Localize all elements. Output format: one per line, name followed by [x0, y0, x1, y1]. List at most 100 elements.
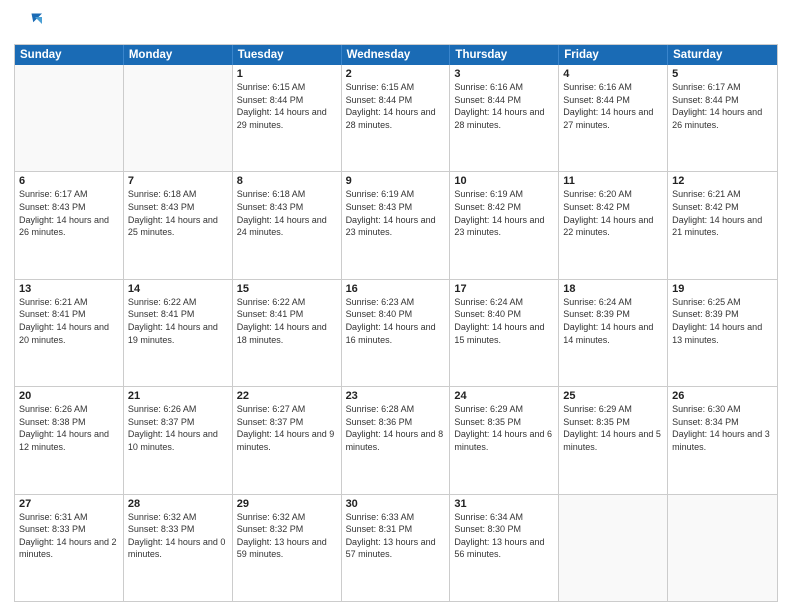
- calendar-cell-20: 20Sunrise: 6:26 AM Sunset: 8:38 PM Dayli…: [15, 387, 124, 493]
- calendar-cell-4: 4Sunrise: 6:16 AM Sunset: 8:44 PM Daylig…: [559, 65, 668, 171]
- day-number: 11: [563, 175, 663, 187]
- calendar-cell-1: 1Sunrise: 6:15 AM Sunset: 8:44 PM Daylig…: [233, 65, 342, 171]
- day-number: 21: [128, 390, 228, 402]
- calendar-cell-empty-0-0: [15, 65, 124, 171]
- day-number: 25: [563, 390, 663, 402]
- cell-info: Sunrise: 6:25 AM Sunset: 8:39 PM Dayligh…: [672, 296, 773, 346]
- day-number: 2: [346, 68, 446, 80]
- cell-info: Sunrise: 6:18 AM Sunset: 8:43 PM Dayligh…: [237, 188, 337, 238]
- calendar-cell-22: 22Sunrise: 6:27 AM Sunset: 8:37 PM Dayli…: [233, 387, 342, 493]
- cell-info: Sunrise: 6:26 AM Sunset: 8:37 PM Dayligh…: [128, 403, 228, 453]
- day-number: 5: [672, 68, 773, 80]
- cell-info: Sunrise: 6:29 AM Sunset: 8:35 PM Dayligh…: [563, 403, 663, 453]
- cell-info: Sunrise: 6:16 AM Sunset: 8:44 PM Dayligh…: [563, 81, 663, 131]
- cell-info: Sunrise: 6:21 AM Sunset: 8:42 PM Dayligh…: [672, 188, 773, 238]
- cell-info: Sunrise: 6:32 AM Sunset: 8:32 PM Dayligh…: [237, 511, 337, 561]
- day-number: 18: [563, 283, 663, 295]
- weekday-header-wednesday: Wednesday: [342, 45, 451, 65]
- day-number: 26: [672, 390, 773, 402]
- cell-info: Sunrise: 6:30 AM Sunset: 8:34 PM Dayligh…: [672, 403, 773, 453]
- calendar-cell-13: 13Sunrise: 6:21 AM Sunset: 8:41 PM Dayli…: [15, 280, 124, 386]
- calendar-cell-6: 6Sunrise: 6:17 AM Sunset: 8:43 PM Daylig…: [15, 172, 124, 278]
- calendar-cell-26: 26Sunrise: 6:30 AM Sunset: 8:34 PM Dayli…: [668, 387, 777, 493]
- day-number: 29: [237, 498, 337, 510]
- day-number: 1: [237, 68, 337, 80]
- cell-info: Sunrise: 6:32 AM Sunset: 8:33 PM Dayligh…: [128, 511, 228, 561]
- weekday-header-friday: Friday: [559, 45, 668, 65]
- calendar-cell-30: 30Sunrise: 6:33 AM Sunset: 8:31 PM Dayli…: [342, 495, 451, 601]
- calendar-body: 1Sunrise: 6:15 AM Sunset: 8:44 PM Daylig…: [15, 65, 777, 601]
- calendar-cell-11: 11Sunrise: 6:20 AM Sunset: 8:42 PM Dayli…: [559, 172, 668, 278]
- day-number: 10: [454, 175, 554, 187]
- cell-info: Sunrise: 6:24 AM Sunset: 8:39 PM Dayligh…: [563, 296, 663, 346]
- cell-info: Sunrise: 6:34 AM Sunset: 8:30 PM Dayligh…: [454, 511, 554, 561]
- weekday-header-sunday: Sunday: [15, 45, 124, 65]
- day-number: 16: [346, 283, 446, 295]
- day-number: 3: [454, 68, 554, 80]
- calendar-cell-19: 19Sunrise: 6:25 AM Sunset: 8:39 PM Dayli…: [668, 280, 777, 386]
- calendar-cell-2: 2Sunrise: 6:15 AM Sunset: 8:44 PM Daylig…: [342, 65, 451, 171]
- cell-info: Sunrise: 6:19 AM Sunset: 8:43 PM Dayligh…: [346, 188, 446, 238]
- cell-info: Sunrise: 6:16 AM Sunset: 8:44 PM Dayligh…: [454, 81, 554, 131]
- calendar-cell-18: 18Sunrise: 6:24 AM Sunset: 8:39 PM Dayli…: [559, 280, 668, 386]
- cell-info: Sunrise: 6:22 AM Sunset: 8:41 PM Dayligh…: [237, 296, 337, 346]
- cell-info: Sunrise: 6:33 AM Sunset: 8:31 PM Dayligh…: [346, 511, 446, 561]
- day-number: 9: [346, 175, 446, 187]
- day-number: 28: [128, 498, 228, 510]
- calendar-cell-empty-4-6: [668, 495, 777, 601]
- day-number: 19: [672, 283, 773, 295]
- calendar-cell-31: 31Sunrise: 6:34 AM Sunset: 8:30 PM Dayli…: [450, 495, 559, 601]
- calendar-cell-12: 12Sunrise: 6:21 AM Sunset: 8:42 PM Dayli…: [668, 172, 777, 278]
- cell-info: Sunrise: 6:23 AM Sunset: 8:40 PM Dayligh…: [346, 296, 446, 346]
- day-number: 6: [19, 175, 119, 187]
- calendar-cell-empty-0-1: [124, 65, 233, 171]
- calendar-cell-15: 15Sunrise: 6:22 AM Sunset: 8:41 PM Dayli…: [233, 280, 342, 386]
- calendar-cell-10: 10Sunrise: 6:19 AM Sunset: 8:42 PM Dayli…: [450, 172, 559, 278]
- cell-info: Sunrise: 6:24 AM Sunset: 8:40 PM Dayligh…: [454, 296, 554, 346]
- calendar-cell-16: 16Sunrise: 6:23 AM Sunset: 8:40 PM Dayli…: [342, 280, 451, 386]
- day-number: 30: [346, 498, 446, 510]
- day-number: 24: [454, 390, 554, 402]
- cell-info: Sunrise: 6:26 AM Sunset: 8:38 PM Dayligh…: [19, 403, 119, 453]
- day-number: 14: [128, 283, 228, 295]
- day-number: 8: [237, 175, 337, 187]
- calendar-cell-27: 27Sunrise: 6:31 AM Sunset: 8:33 PM Dayli…: [15, 495, 124, 601]
- calendar-row-3: 20Sunrise: 6:26 AM Sunset: 8:38 PM Dayli…: [15, 386, 777, 493]
- day-number: 13: [19, 283, 119, 295]
- day-number: 23: [346, 390, 446, 402]
- calendar-cell-21: 21Sunrise: 6:26 AM Sunset: 8:37 PM Dayli…: [124, 387, 233, 493]
- calendar-row-1: 6Sunrise: 6:17 AM Sunset: 8:43 PM Daylig…: [15, 171, 777, 278]
- weekday-header-tuesday: Tuesday: [233, 45, 342, 65]
- cell-info: Sunrise: 6:15 AM Sunset: 8:44 PM Dayligh…: [346, 81, 446, 131]
- cell-info: Sunrise: 6:28 AM Sunset: 8:36 PM Dayligh…: [346, 403, 446, 453]
- cell-info: Sunrise: 6:17 AM Sunset: 8:43 PM Dayligh…: [19, 188, 119, 238]
- calendar-cell-8: 8Sunrise: 6:18 AM Sunset: 8:43 PM Daylig…: [233, 172, 342, 278]
- calendar-row-2: 13Sunrise: 6:21 AM Sunset: 8:41 PM Dayli…: [15, 279, 777, 386]
- day-number: 15: [237, 283, 337, 295]
- cell-info: Sunrise: 6:20 AM Sunset: 8:42 PM Dayligh…: [563, 188, 663, 238]
- calendar-cell-3: 3Sunrise: 6:16 AM Sunset: 8:44 PM Daylig…: [450, 65, 559, 171]
- cell-info: Sunrise: 6:18 AM Sunset: 8:43 PM Dayligh…: [128, 188, 228, 238]
- day-number: 20: [19, 390, 119, 402]
- logo-icon: [14, 10, 42, 38]
- calendar-row-4: 27Sunrise: 6:31 AM Sunset: 8:33 PM Dayli…: [15, 494, 777, 601]
- weekday-header-monday: Monday: [124, 45, 233, 65]
- calendar-cell-23: 23Sunrise: 6:28 AM Sunset: 8:36 PM Dayli…: [342, 387, 451, 493]
- weekday-header-thursday: Thursday: [450, 45, 559, 65]
- day-number: 27: [19, 498, 119, 510]
- calendar-cell-28: 28Sunrise: 6:32 AM Sunset: 8:33 PM Dayli…: [124, 495, 233, 601]
- cell-info: Sunrise: 6:31 AM Sunset: 8:33 PM Dayligh…: [19, 511, 119, 561]
- calendar-cell-7: 7Sunrise: 6:18 AM Sunset: 8:43 PM Daylig…: [124, 172, 233, 278]
- day-number: 4: [563, 68, 663, 80]
- calendar-cell-14: 14Sunrise: 6:22 AM Sunset: 8:41 PM Dayli…: [124, 280, 233, 386]
- cell-info: Sunrise: 6:21 AM Sunset: 8:41 PM Dayligh…: [19, 296, 119, 346]
- cell-info: Sunrise: 6:22 AM Sunset: 8:41 PM Dayligh…: [128, 296, 228, 346]
- calendar: SundayMondayTuesdayWednesdayThursdayFrid…: [14, 44, 778, 602]
- logo: [14, 10, 44, 38]
- calendar-cell-9: 9Sunrise: 6:19 AM Sunset: 8:43 PM Daylig…: [342, 172, 451, 278]
- weekday-header-saturday: Saturday: [668, 45, 777, 65]
- cell-info: Sunrise: 6:27 AM Sunset: 8:37 PM Dayligh…: [237, 403, 337, 453]
- day-number: 12: [672, 175, 773, 187]
- cell-info: Sunrise: 6:15 AM Sunset: 8:44 PM Dayligh…: [237, 81, 337, 131]
- day-number: 22: [237, 390, 337, 402]
